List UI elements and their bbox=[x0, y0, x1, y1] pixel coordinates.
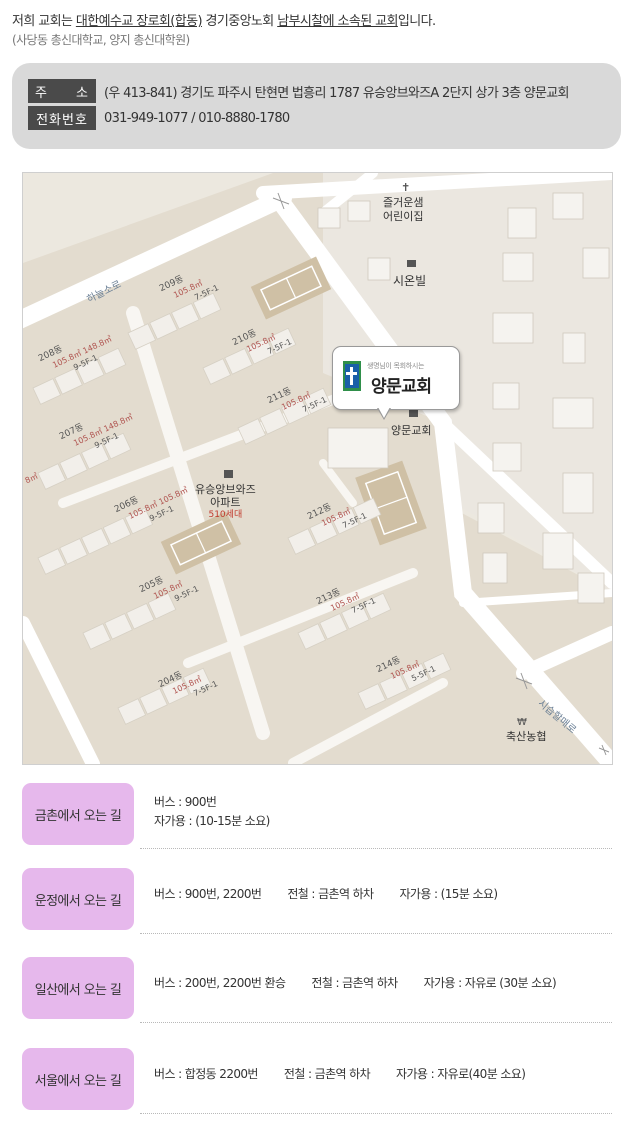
church-pin-icon bbox=[409, 409, 418, 417]
direction-details: 버스 : 900번, 2200번 전철 : 금촌역 하차 자가용 : (15분 소요… bbox=[154, 885, 612, 904]
apartment-line2: 아파트 bbox=[210, 496, 241, 509]
kindergarten-icon: ✝ bbox=[401, 181, 410, 194]
presbytery: 남부시찰에 소속된 교회 bbox=[277, 14, 398, 29]
direction-line: 버스 : 900번, 2200번 전철 : 금촌역 하차 자가용 : (15분 소요… bbox=[154, 885, 612, 904]
kindergarten-label: 즐거운샘 어린이집 bbox=[383, 196, 423, 224]
direction-text: 자가용 : (15분 소요) bbox=[399, 887, 498, 901]
intro-prefix: 저희 교회는 bbox=[12, 14, 76, 29]
direction-item: 일산에서 오는 길 버스 : 200번, 2200번 환승 전철 : 금촌역 하차 자… bbox=[22, 957, 612, 1023]
direction-text: 버스 : 900번 bbox=[154, 795, 217, 809]
direction-text: 자가용 : 자유로 (30분 소요) bbox=[423, 976, 557, 990]
direction-text: 전철 : 금촌역 하차 bbox=[287, 887, 374, 901]
direction-title: 서울에서 오는 길 bbox=[22, 1048, 134, 1110]
location-map[interactable]: ✝ ₩ 즐거운샘 어린이집 시온빌 양문교회 유승앙브와즈 아파트 510세대 … bbox=[22, 172, 613, 765]
direction-details: 버스 : 합정동 2200번 전철 : 금촌역 하차 자가용 : 자유로(40분 소… bbox=[154, 1065, 612, 1084]
direction-text: 자가용 : (10-15분 소요) bbox=[154, 814, 270, 828]
intro-sentence: 저희 교회는 대한예수교 장로회(합동) 경기중앙노회 남부시찰에 소속된 교회… bbox=[12, 12, 622, 31]
address-box: 주 소 (우 413-841) 경기도 파주시 탄현면 법흥리 1787 유승앙… bbox=[12, 63, 621, 149]
direction-item: 운정에서 오는 길 버스 : 900번, 2200번 전철 : 금촌역 하차 자가용 … bbox=[22, 868, 612, 934]
divider bbox=[140, 1022, 612, 1023]
direction-line: 자가용 : (10-15분 소요) bbox=[154, 812, 612, 831]
address-row: 주 소 (우 413-841) 경기도 파주시 탄현면 법흥리 1787 유승앙… bbox=[28, 79, 570, 103]
kindergarten-line1: 즐거운샘 bbox=[383, 196, 424, 209]
direction-text: 전철 : 금촌역 하차 bbox=[311, 976, 398, 990]
church-callout[interactable]: 생명님이 목회하시는 양문교회 bbox=[332, 346, 460, 420]
divider bbox=[140, 1113, 612, 1114]
direction-line: 버스 : 900번 bbox=[154, 793, 612, 812]
phone-value: 031-949-1077 / 010-8880-1780 bbox=[104, 110, 290, 126]
direction-line: 버스 : 200번, 2200번 환승 전철 : 금촌역 하차 자가용 : 자유로 … bbox=[154, 974, 612, 993]
direction-item: 서울에서 오는 길 버스 : 합정동 2200번 전철 : 금촌역 하차 자가용 : … bbox=[22, 1048, 612, 1114]
households-label: 510세대 bbox=[208, 510, 243, 520]
phone-label: 전화번호 bbox=[28, 106, 96, 130]
apartment-icon bbox=[224, 470, 233, 478]
sion-icon bbox=[407, 260, 416, 267]
church-map-label: 양문교회 bbox=[391, 424, 432, 437]
direction-title: 금촌에서 오는 길 bbox=[22, 783, 134, 845]
church-logo-icon bbox=[343, 361, 361, 391]
direction-details: 버스 : 900번자가용 : (10-15분 소요) bbox=[154, 793, 612, 831]
address-value: (우 413-841) 경기도 파주시 탄현면 법흥리 1787 유승앙브와즈A… bbox=[104, 85, 570, 101]
intro-middle: 경기중앙노회 bbox=[201, 14, 278, 29]
direction-item: 금촌에서 오는 길 버스 : 900번자가용 : (10-15분 소요) bbox=[22, 783, 612, 849]
divider bbox=[140, 848, 612, 849]
callout-subtitle: 생명님이 목회하시는 bbox=[367, 362, 425, 370]
address-label: 주 소 bbox=[28, 79, 96, 103]
direction-title: 운정에서 오는 길 bbox=[22, 868, 134, 930]
map-canvas: ✝ ₩ bbox=[23, 173, 612, 764]
bank-label: 축산농협 bbox=[506, 730, 547, 743]
direction-text: 전철 : 금촌역 하차 bbox=[283, 1067, 371, 1081]
phone-row: 전화번호 031-949-1077 / 010-8880-1780 bbox=[28, 106, 290, 130]
apartment-label: 유승앙브와즈 아파트 510세대 bbox=[195, 483, 256, 522]
direction-details: 버스 : 200번, 2200번 환승 전철 : 금촌역 하차 자가용 : 자유로 … bbox=[154, 974, 612, 993]
direction-title: 일산에서 오는 길 bbox=[22, 957, 134, 1019]
intro-note: (사당동 총신대학교, 양지 총신대학원) bbox=[12, 33, 190, 47]
denomination: 대한예수교 장로회(합동) bbox=[75, 14, 203, 29]
divider bbox=[140, 933, 612, 934]
intro-suffix: 입니다. bbox=[397, 14, 436, 29]
direction-text: 버스 : 200번, 2200번 환승 bbox=[154, 976, 286, 990]
direction-text: 버스 : 900번, 2200번 bbox=[154, 887, 262, 901]
direction-text: 자가용 : 자유로(40분 소요) bbox=[396, 1067, 526, 1081]
direction-text: 버스 : 합정동 2200번 bbox=[154, 1067, 258, 1081]
direction-line: 버스 : 합정동 2200번 전철 : 금촌역 하차 자가용 : 자유로(40분 소… bbox=[154, 1065, 612, 1084]
apartment-line1: 유승앙브와즈 bbox=[195, 483, 256, 496]
kindergarten-line2: 어린이집 bbox=[383, 210, 424, 223]
callout-title: 양문교회 bbox=[371, 377, 432, 397]
bank-icon: ₩ bbox=[517, 717, 527, 728]
sion-label: 시온빌 bbox=[393, 274, 427, 288]
intro-text: 저희 교회는 대한예수교 장로회(합동) 경기중앙노회 남부시찰에 소속된 교회… bbox=[12, 12, 622, 49]
